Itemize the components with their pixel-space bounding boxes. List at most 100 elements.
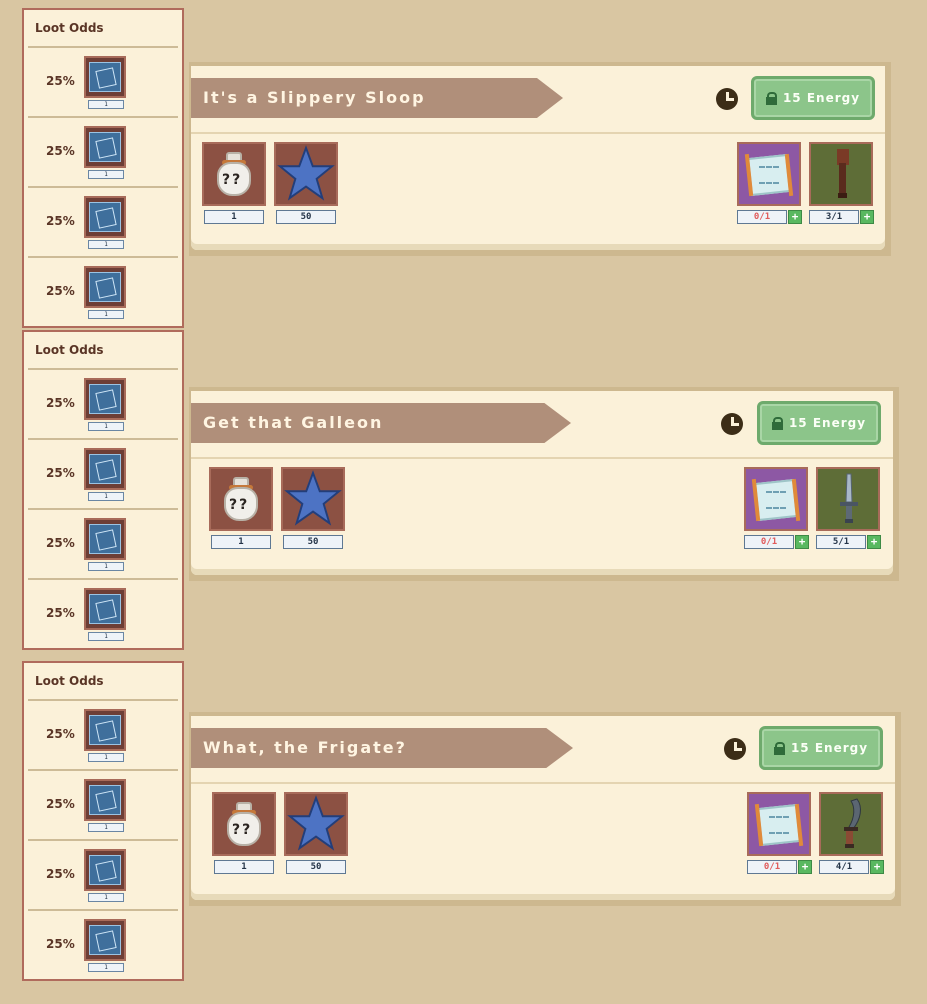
loot-count: 1 xyxy=(88,963,124,972)
blueprint-icon[interactable] xyxy=(84,196,126,238)
loot-row: 25% 1 xyxy=(28,118,178,188)
loot-count: 1 xyxy=(88,422,124,431)
quest-header: It's a Slippery Sloop 15 Energy xyxy=(191,66,885,134)
loot-row: 25% 1 xyxy=(28,701,178,771)
quest-card-body: Get that Galleon 15 Energy ?? 1 50 0/1 +… xyxy=(191,391,893,575)
start-quest-energy-button[interactable]: 15 Energy xyxy=(751,76,875,120)
loot-count: 1 xyxy=(88,492,124,501)
loot-row: 25% 1 xyxy=(28,771,178,841)
requirement-treasure-map[interactable] xyxy=(737,142,801,206)
lock-icon xyxy=(771,417,783,430)
blueprint-icon[interactable] xyxy=(84,266,126,308)
quest-card-body: What, the Frigate? 15 Energy ?? 1 50 0/1… xyxy=(191,716,895,900)
requirement-wooden-club[interactable] xyxy=(809,142,873,206)
energy-cost-label: 15 Energy xyxy=(790,741,869,755)
mystery-bag-icon: ?? xyxy=(223,800,265,848)
loot-row: 25% 1 xyxy=(28,48,178,118)
lock-icon xyxy=(773,742,785,755)
start-quest-energy-button[interactable]: 15 Energy xyxy=(757,401,881,445)
loot-odds-percent: 25% xyxy=(46,867,75,881)
reward-count: 50 xyxy=(283,535,343,549)
cutlass-icon xyxy=(844,798,861,848)
add-requirement-button[interactable]: + xyxy=(860,210,874,224)
add-requirement-button[interactable]: + xyxy=(795,535,809,549)
loot-row: 25% 1 xyxy=(28,258,178,326)
quest-title-banner: It's a Slippery Sloop xyxy=(191,78,563,118)
reward-count: 1 xyxy=(214,860,274,874)
requirement-count: 0/1 xyxy=(744,535,794,549)
clock-icon xyxy=(721,413,743,435)
loot-count: 1 xyxy=(88,823,124,832)
quest-title: It's a Slippery Sloop xyxy=(203,88,426,107)
add-requirement-button[interactable]: + xyxy=(870,860,884,874)
loot-row: 25% 1 xyxy=(28,440,178,510)
loot-odds-percent: 25% xyxy=(46,214,75,228)
quest-title: Get that Galleon xyxy=(203,413,384,432)
loot-odds-percent: 25% xyxy=(46,466,75,480)
add-requirement-button[interactable]: + xyxy=(867,535,881,549)
requirement-count: 5/1 xyxy=(816,535,866,549)
quest-card-body: It's a Slippery Sloop 15 Energy ?? 1 50 … xyxy=(191,66,885,250)
reward-mystery-bag[interactable]: ?? xyxy=(212,792,276,856)
loot-odds-panel-2: Loot Odds 25% 1 25% 1 25% 1 25% 1 xyxy=(22,330,184,650)
reward-star[interactable] xyxy=(284,792,348,856)
loot-odds-panel-1: Loot Odds 25% 1 25% 1 25% 1 25% 1 xyxy=(22,8,184,328)
requirement-cutlass[interactable] xyxy=(819,792,883,856)
requirement-dagger[interactable] xyxy=(816,467,880,531)
blueprint-icon[interactable] xyxy=(84,588,126,630)
quest-card-3: What, the Frigate? 15 Energy ?? 1 50 0/1… xyxy=(189,712,901,906)
blueprint-icon[interactable] xyxy=(84,518,126,560)
loot-odds-percent: 25% xyxy=(46,606,75,620)
energy-cost-label: 15 Energy xyxy=(788,416,867,430)
loot-count: 1 xyxy=(88,310,124,319)
blueprint-icon[interactable] xyxy=(84,448,126,490)
blueprint-icon[interactable] xyxy=(84,779,126,821)
loot-count: 1 xyxy=(88,893,124,902)
mystery-bag-icon: ?? xyxy=(213,150,255,198)
loot-row: 25% 1 xyxy=(28,510,178,580)
reward-count: 50 xyxy=(286,860,346,874)
reward-count: 50 xyxy=(276,210,336,224)
start-quest-energy-button[interactable]: 15 Energy xyxy=(759,726,883,770)
blueprint-icon[interactable] xyxy=(84,378,126,420)
quest-header: Get that Galleon 15 Energy xyxy=(191,391,893,459)
reward-mystery-bag[interactable]: ?? xyxy=(209,467,273,531)
loot-odds-percent: 25% xyxy=(46,536,75,550)
reward-star[interactable] xyxy=(274,142,338,206)
blueprint-icon[interactable] xyxy=(84,849,126,891)
blueprint-icon[interactable] xyxy=(84,56,126,98)
loot-odds-percent: 25% xyxy=(46,284,75,298)
lock-icon xyxy=(765,92,777,105)
treasure-map-icon xyxy=(744,150,794,198)
quest-title-banner: Get that Galleon xyxy=(191,403,571,443)
requirement-treasure-map[interactable] xyxy=(747,792,811,856)
loot-count: 1 xyxy=(88,753,124,762)
blueprint-icon[interactable] xyxy=(84,126,126,168)
add-requirement-button[interactable]: + xyxy=(798,860,812,874)
clock-icon xyxy=(724,738,746,760)
loot-count: 1 xyxy=(88,170,124,179)
loot-odds-percent: 25% xyxy=(46,727,75,741)
requirement-count: 4/1 xyxy=(819,860,869,874)
quest-card-1: It's a Slippery Sloop 15 Energy ?? 1 50 … xyxy=(189,62,891,256)
add-requirement-button[interactable]: + xyxy=(788,210,802,224)
quest-card-2: Get that Galleon 15 Energy ?? 1 50 0/1 +… xyxy=(189,387,899,581)
blueprint-icon[interactable] xyxy=(84,709,126,751)
requirement-treasure-map[interactable] xyxy=(744,467,808,531)
reward-count: 1 xyxy=(211,535,271,549)
loot-count: 1 xyxy=(88,632,124,641)
requirement-count: 0/1 xyxy=(737,210,787,224)
energy-cost-label: 15 Energy xyxy=(782,91,861,105)
blueprint-icon[interactable] xyxy=(84,919,126,961)
treasure-map-icon xyxy=(751,475,801,523)
loot-odds-title: Loot Odds xyxy=(28,10,178,48)
clock-icon xyxy=(716,88,738,110)
treasure-map-icon xyxy=(754,800,804,848)
quest-header: What, the Frigate? 15 Energy xyxy=(191,716,895,784)
star-icon xyxy=(284,470,342,526)
requirement-count: 3/1 xyxy=(809,210,859,224)
reward-mystery-bag[interactable]: ?? xyxy=(202,142,266,206)
reward-star[interactable] xyxy=(281,467,345,531)
loot-odds-title: Loot Odds xyxy=(28,332,178,370)
requirement-count: 0/1 xyxy=(747,860,797,874)
